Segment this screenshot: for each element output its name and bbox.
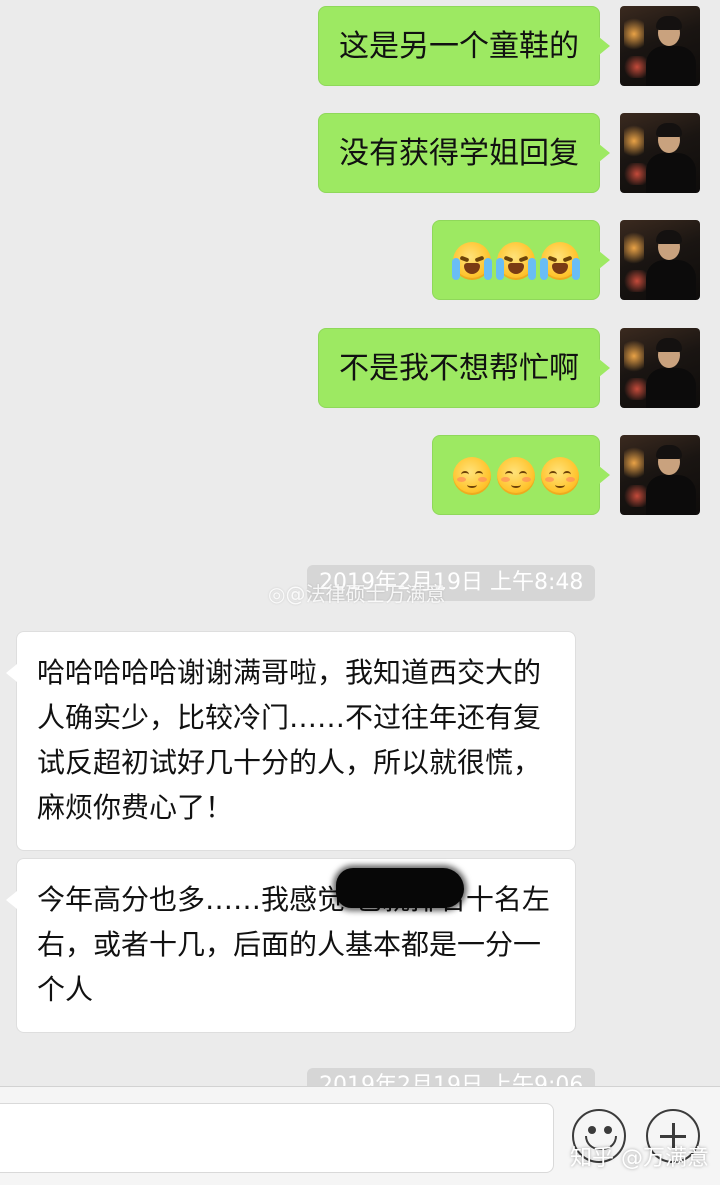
weibo-watermark: ◎@法律硕士万满意 bbox=[268, 578, 445, 607]
emoji-group bbox=[452, 221, 580, 301]
emoji-face-icon bbox=[588, 1126, 596, 1134]
avatar[interactable] bbox=[620, 435, 700, 515]
message-bubble-in[interactable]: 今年高分也多……我感觉 也就排名十名左右，或者十几，后面的人基本都是一分一个人 bbox=[6, 858, 576, 1033]
message-text: 这是另一个童鞋的 bbox=[339, 29, 579, 64]
smiling-face-icon bbox=[541, 457, 579, 495]
weibo-icon: ◎ bbox=[268, 582, 286, 606]
message-bubble-out[interactable] bbox=[432, 435, 610, 516]
avatar[interactable] bbox=[620, 220, 700, 300]
message-text: 不是我不想帮忙啊 bbox=[339, 351, 579, 386]
smiling-face-icon bbox=[453, 457, 491, 495]
message-bubble-in[interactable]: 哈哈哈哈哈谢谢满哥啦，我知道西交大的人确实少，比较冷门……不过往年还有复试反超初… bbox=[6, 631, 576, 851]
avatar[interactable] bbox=[620, 328, 700, 408]
message-bubble-out[interactable]: 这是另一个童鞋的 bbox=[318, 6, 610, 86]
message-bubble-out[interactable]: 没有获得学姐回复 bbox=[318, 113, 610, 193]
emoji-group bbox=[453, 436, 579, 516]
message-text: 今年高分也多……我感觉 也就排名十名左右，或者十几，后面的人基本都是一分一个人 bbox=[37, 883, 550, 1006]
loudly-crying-face-icon bbox=[452, 242, 492, 280]
loudly-crying-face-icon bbox=[496, 242, 536, 280]
message-text: 没有获得学姐回复 bbox=[339, 136, 579, 171]
redaction-mark bbox=[336, 868, 464, 908]
message-bubble-out[interactable] bbox=[432, 220, 610, 301]
message-text: 哈哈哈哈哈谢谢满哥啦，我知道西交大的人确实少，比较冷门……不过往年还有复试反超初… bbox=[37, 656, 542, 824]
avatar[interactable] bbox=[620, 6, 700, 86]
zhihu-watermark: 知乎 @万满意 bbox=[570, 1146, 709, 1171]
message-input[interactable] bbox=[0, 1103, 554, 1173]
emoji-face-icon-eye bbox=[604, 1126, 612, 1134]
message-bubble-out[interactable]: 不是我不想帮忙啊 bbox=[318, 328, 610, 408]
weibo-watermark-text: @法律硕士万满意 bbox=[285, 582, 446, 606]
smiling-face-icon bbox=[497, 457, 535, 495]
loudly-crying-face-icon bbox=[540, 242, 580, 280]
avatar[interactable] bbox=[620, 113, 700, 193]
